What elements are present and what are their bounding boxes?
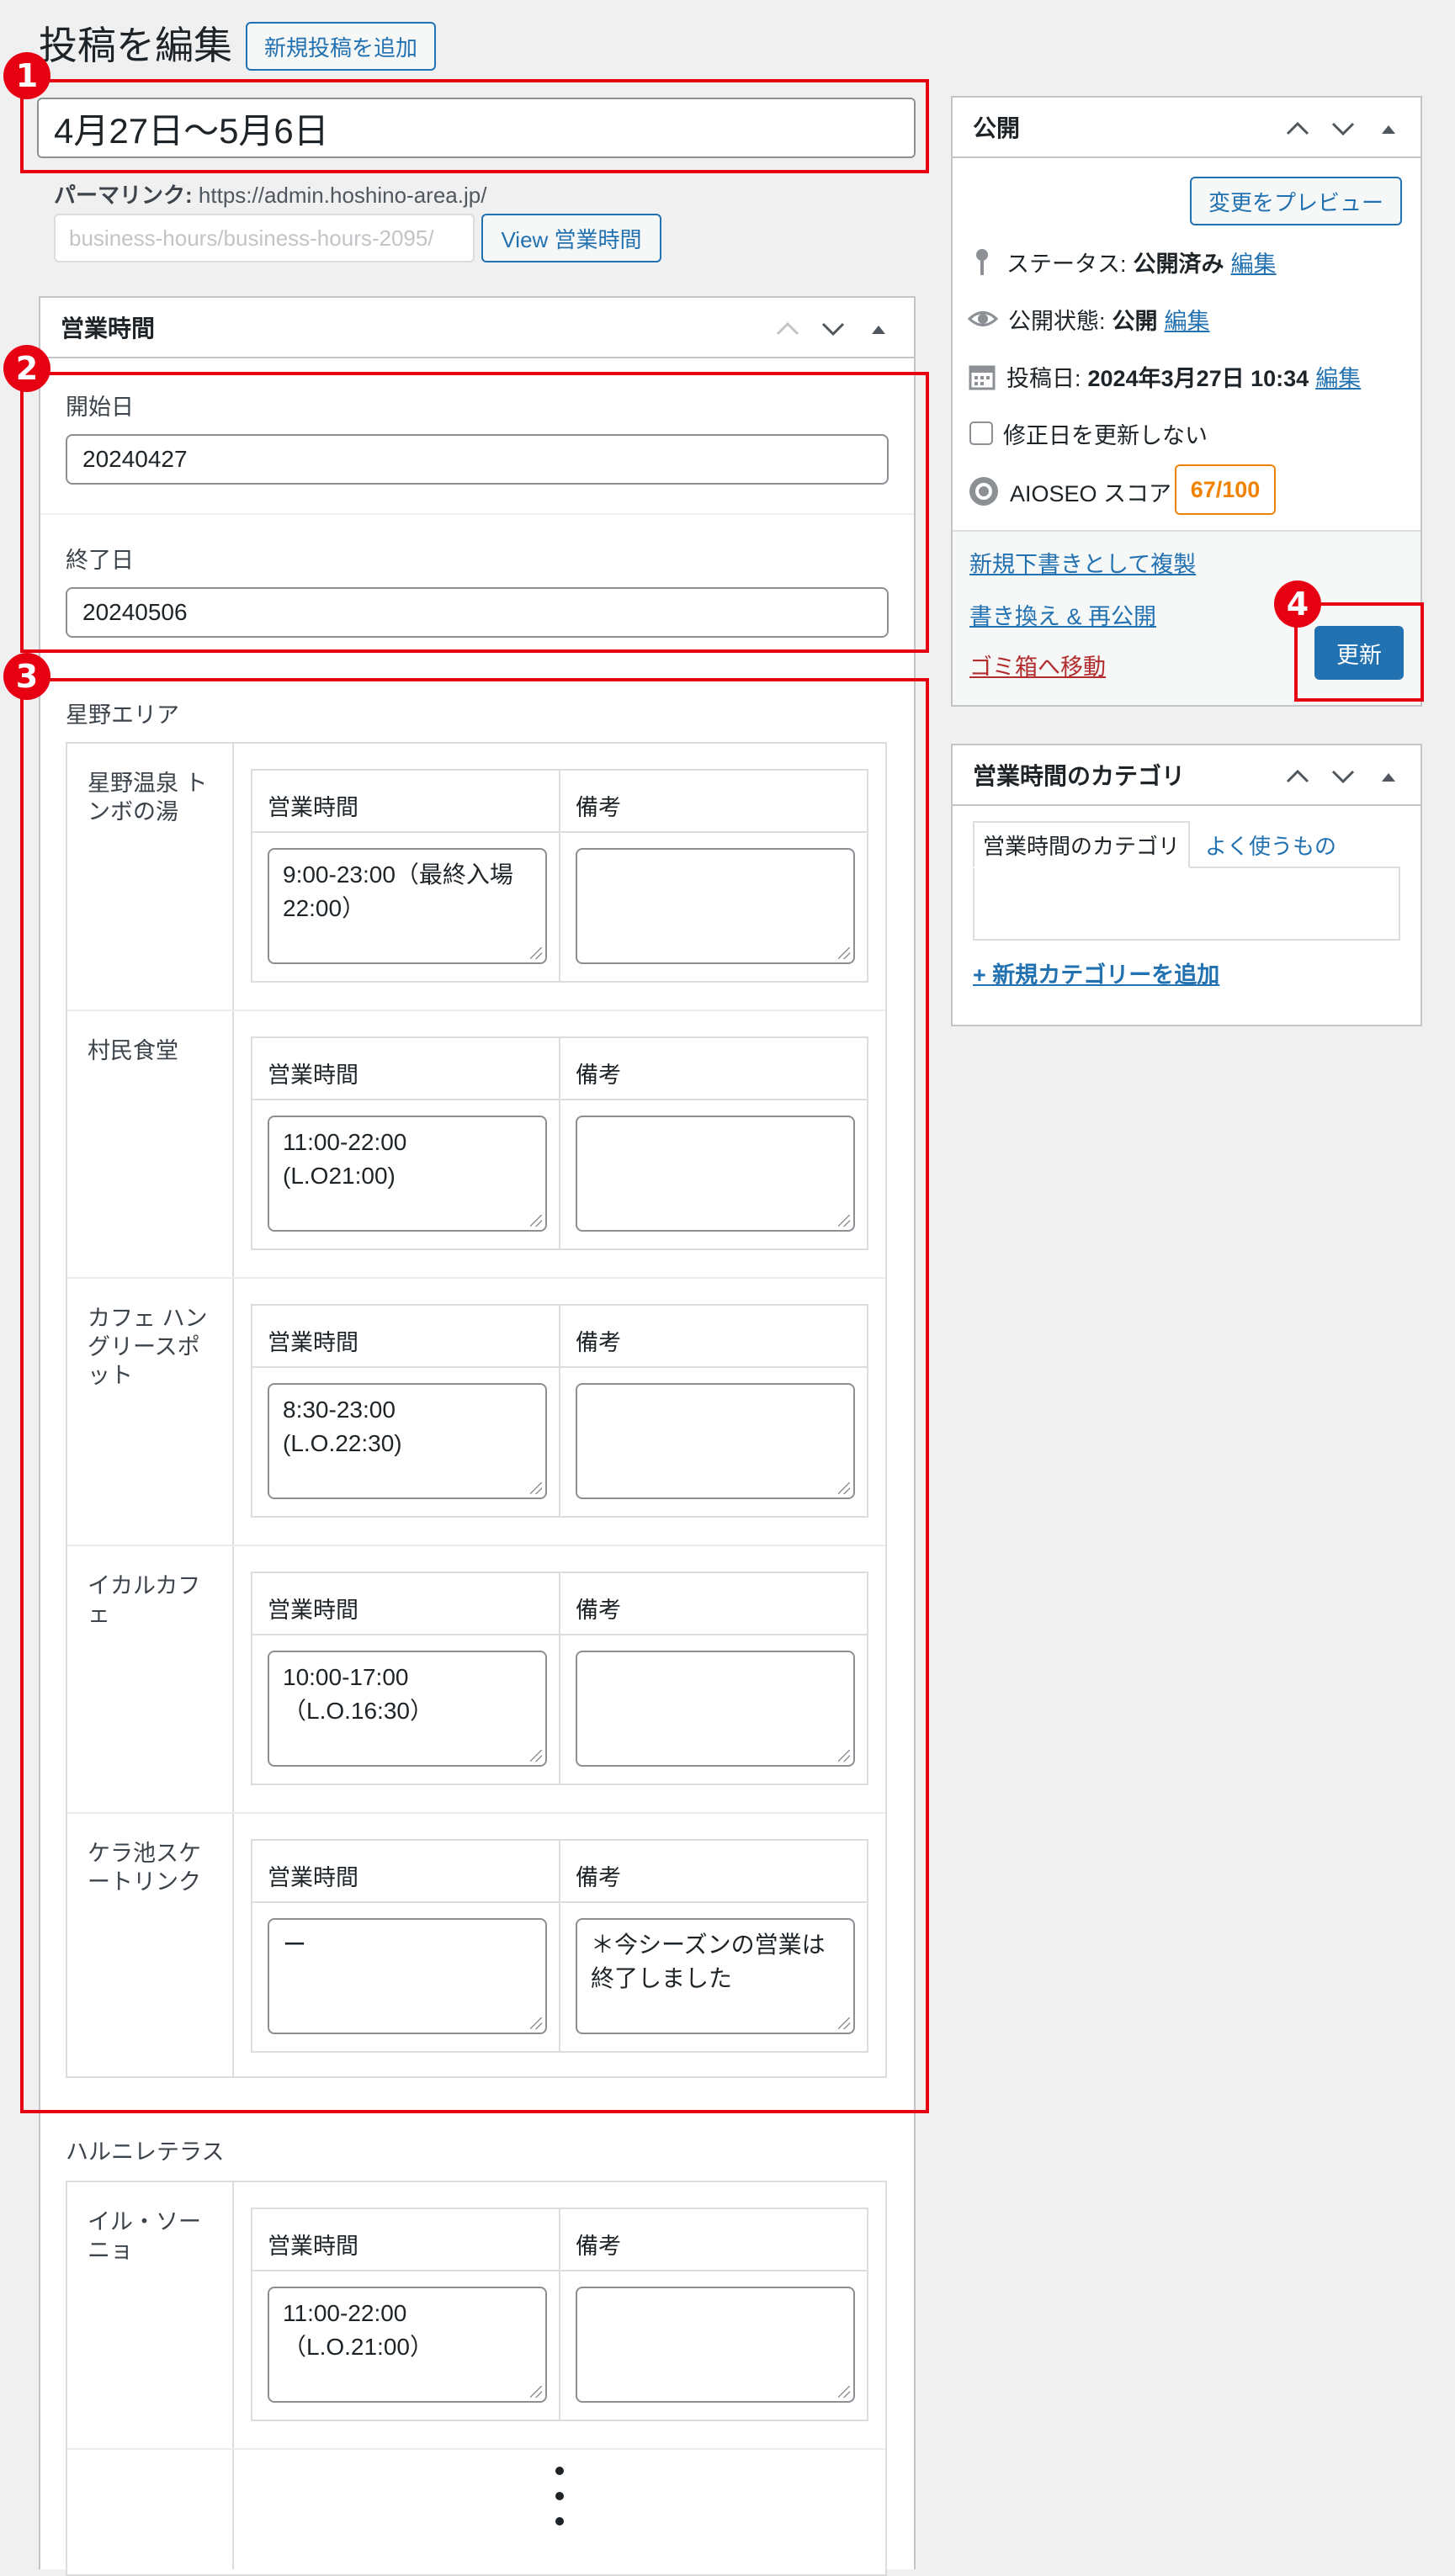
shop-name: イル・ソーニョ	[88, 2209, 201, 2263]
inner-col-divider	[559, 2209, 560, 2420]
aioseo-score-badge[interactable]: 67/100	[1175, 464, 1276, 515]
edit-visibility-link[interactable]: 編集	[1165, 303, 1210, 336]
visibility-value: 公開	[1112, 308, 1158, 334]
trash-link[interactable]: ゴミ箱へ移動	[969, 648, 1106, 681]
highlight-box-1	[20, 79, 929, 173]
highlight-box-3	[20, 678, 929, 2113]
callout-badge-2: 2	[3, 345, 50, 392]
aioseo-row: AIOSEO スコア	[968, 466, 1171, 517]
resize-grip-icon[interactable]	[838, 2386, 850, 2398]
callout-badge-3: 3	[3, 653, 50, 700]
edit-date-link[interactable]: 編集	[1315, 360, 1361, 393]
business-hours-box-title: 営業時間	[61, 315, 156, 342]
permalink-base-url: https://admin.hoshino-area.jp/	[198, 183, 487, 208]
box-handles	[1284, 745, 1402, 806]
column-divider	[232, 2182, 234, 2569]
row-divider	[67, 2448, 885, 2450]
aioseo-label: AIOSEO スコア	[1010, 480, 1172, 506]
hours-value: 11:00-22:00 （L.O.21:00）	[283, 2300, 433, 2360]
pin-icon	[976, 249, 988, 275]
edit-status-link[interactable]: 編集	[1231, 246, 1277, 278]
no-update-label: 修正日を更新しない	[1003, 422, 1208, 448]
status-label: ステータス:	[1006, 251, 1127, 277]
slug-input[interactable]: business-hours/business-hours-2095/	[54, 214, 475, 262]
eye-icon	[968, 311, 998, 326]
add-new-post-button[interactable]: 新規投稿を追加	[246, 22, 436, 71]
callout-badge-4: 4	[1274, 580, 1321, 628]
handle-arrows-icon[interactable]	[1284, 115, 1402, 140]
highlight-box-2	[20, 372, 929, 653]
add-new-category-link[interactable]: + 新規カテゴリーを追加	[973, 956, 1219, 989]
aioseo-gear-icon	[969, 477, 998, 506]
area-label: ハルニレテラス	[66, 2139, 225, 2165]
duplicate-draft-link[interactable]: 新規下書きとして複製	[969, 545, 1196, 579]
hours-column-header: 営業時間	[268, 2234, 358, 2259]
visibility-row: 公開状態: 公開 編集	[968, 301, 1210, 337]
handle-arrows-icon[interactable]	[774, 315, 892, 341]
publish-date-value: 2024年3月27日 10:34	[1087, 365, 1309, 391]
resize-grip-icon[interactable]	[530, 2386, 542, 2398]
category-list-panel	[973, 867, 1400, 941]
tab-popular-categories[interactable]: よく使うもの	[1205, 821, 1336, 868]
hours-textarea[interactable]: 11:00-22:00 （L.O.21:00）	[268, 2287, 547, 2403]
publish-date-label: 投稿日:	[1006, 365, 1081, 391]
page-title: 投稿を編集	[39, 24, 232, 67]
permalink-label: パーマリンク:	[54, 183, 193, 208]
box-handles	[1284, 98, 1402, 158]
preview-changes-button[interactable]: 変更をプレビュー	[1190, 177, 1402, 225]
status-row: ステータス: 公開済み 編集	[969, 244, 1277, 279]
tab-all-categories[interactable]: 営業時間のカテゴリ	[973, 821, 1190, 868]
no-update-row: 修正日を更新しない	[969, 416, 1208, 451]
more-rows-icon	[554, 2467, 566, 2534]
publish-box-title: 公開	[973, 115, 1021, 141]
box-handles	[774, 298, 892, 358]
calendar-icon	[969, 365, 996, 390]
permalink-row: パーマリンク: https://admin.hoshino-area.jp/	[54, 178, 486, 209]
status-value: 公開済み	[1133, 251, 1224, 277]
visibility-label: 公開状態:	[1008, 308, 1106, 334]
view-post-button[interactable]: View 営業時間	[481, 214, 661, 262]
callout-badge-1: 1	[3, 52, 50, 99]
inner-row-divider	[252, 2270, 867, 2271]
category-box-title: 営業時間のカテゴリ	[973, 763, 1186, 789]
shop-hours-table: 営業時間 備考 11:00-22:00 （L.O.21:00）	[251, 2208, 868, 2421]
notes-textarea[interactable]	[576, 2287, 855, 2403]
publish-date-row: 投稿日: 2024年3月27日 10:34 編集	[968, 358, 1361, 394]
handle-arrows-icon[interactable]	[1284, 763, 1402, 788]
no-update-checkbox[interactable]	[969, 421, 993, 445]
rewrite-republish-link[interactable]: 書き換え & 再公開	[969, 597, 1156, 631]
notes-column-header: 備考	[576, 2234, 621, 2259]
